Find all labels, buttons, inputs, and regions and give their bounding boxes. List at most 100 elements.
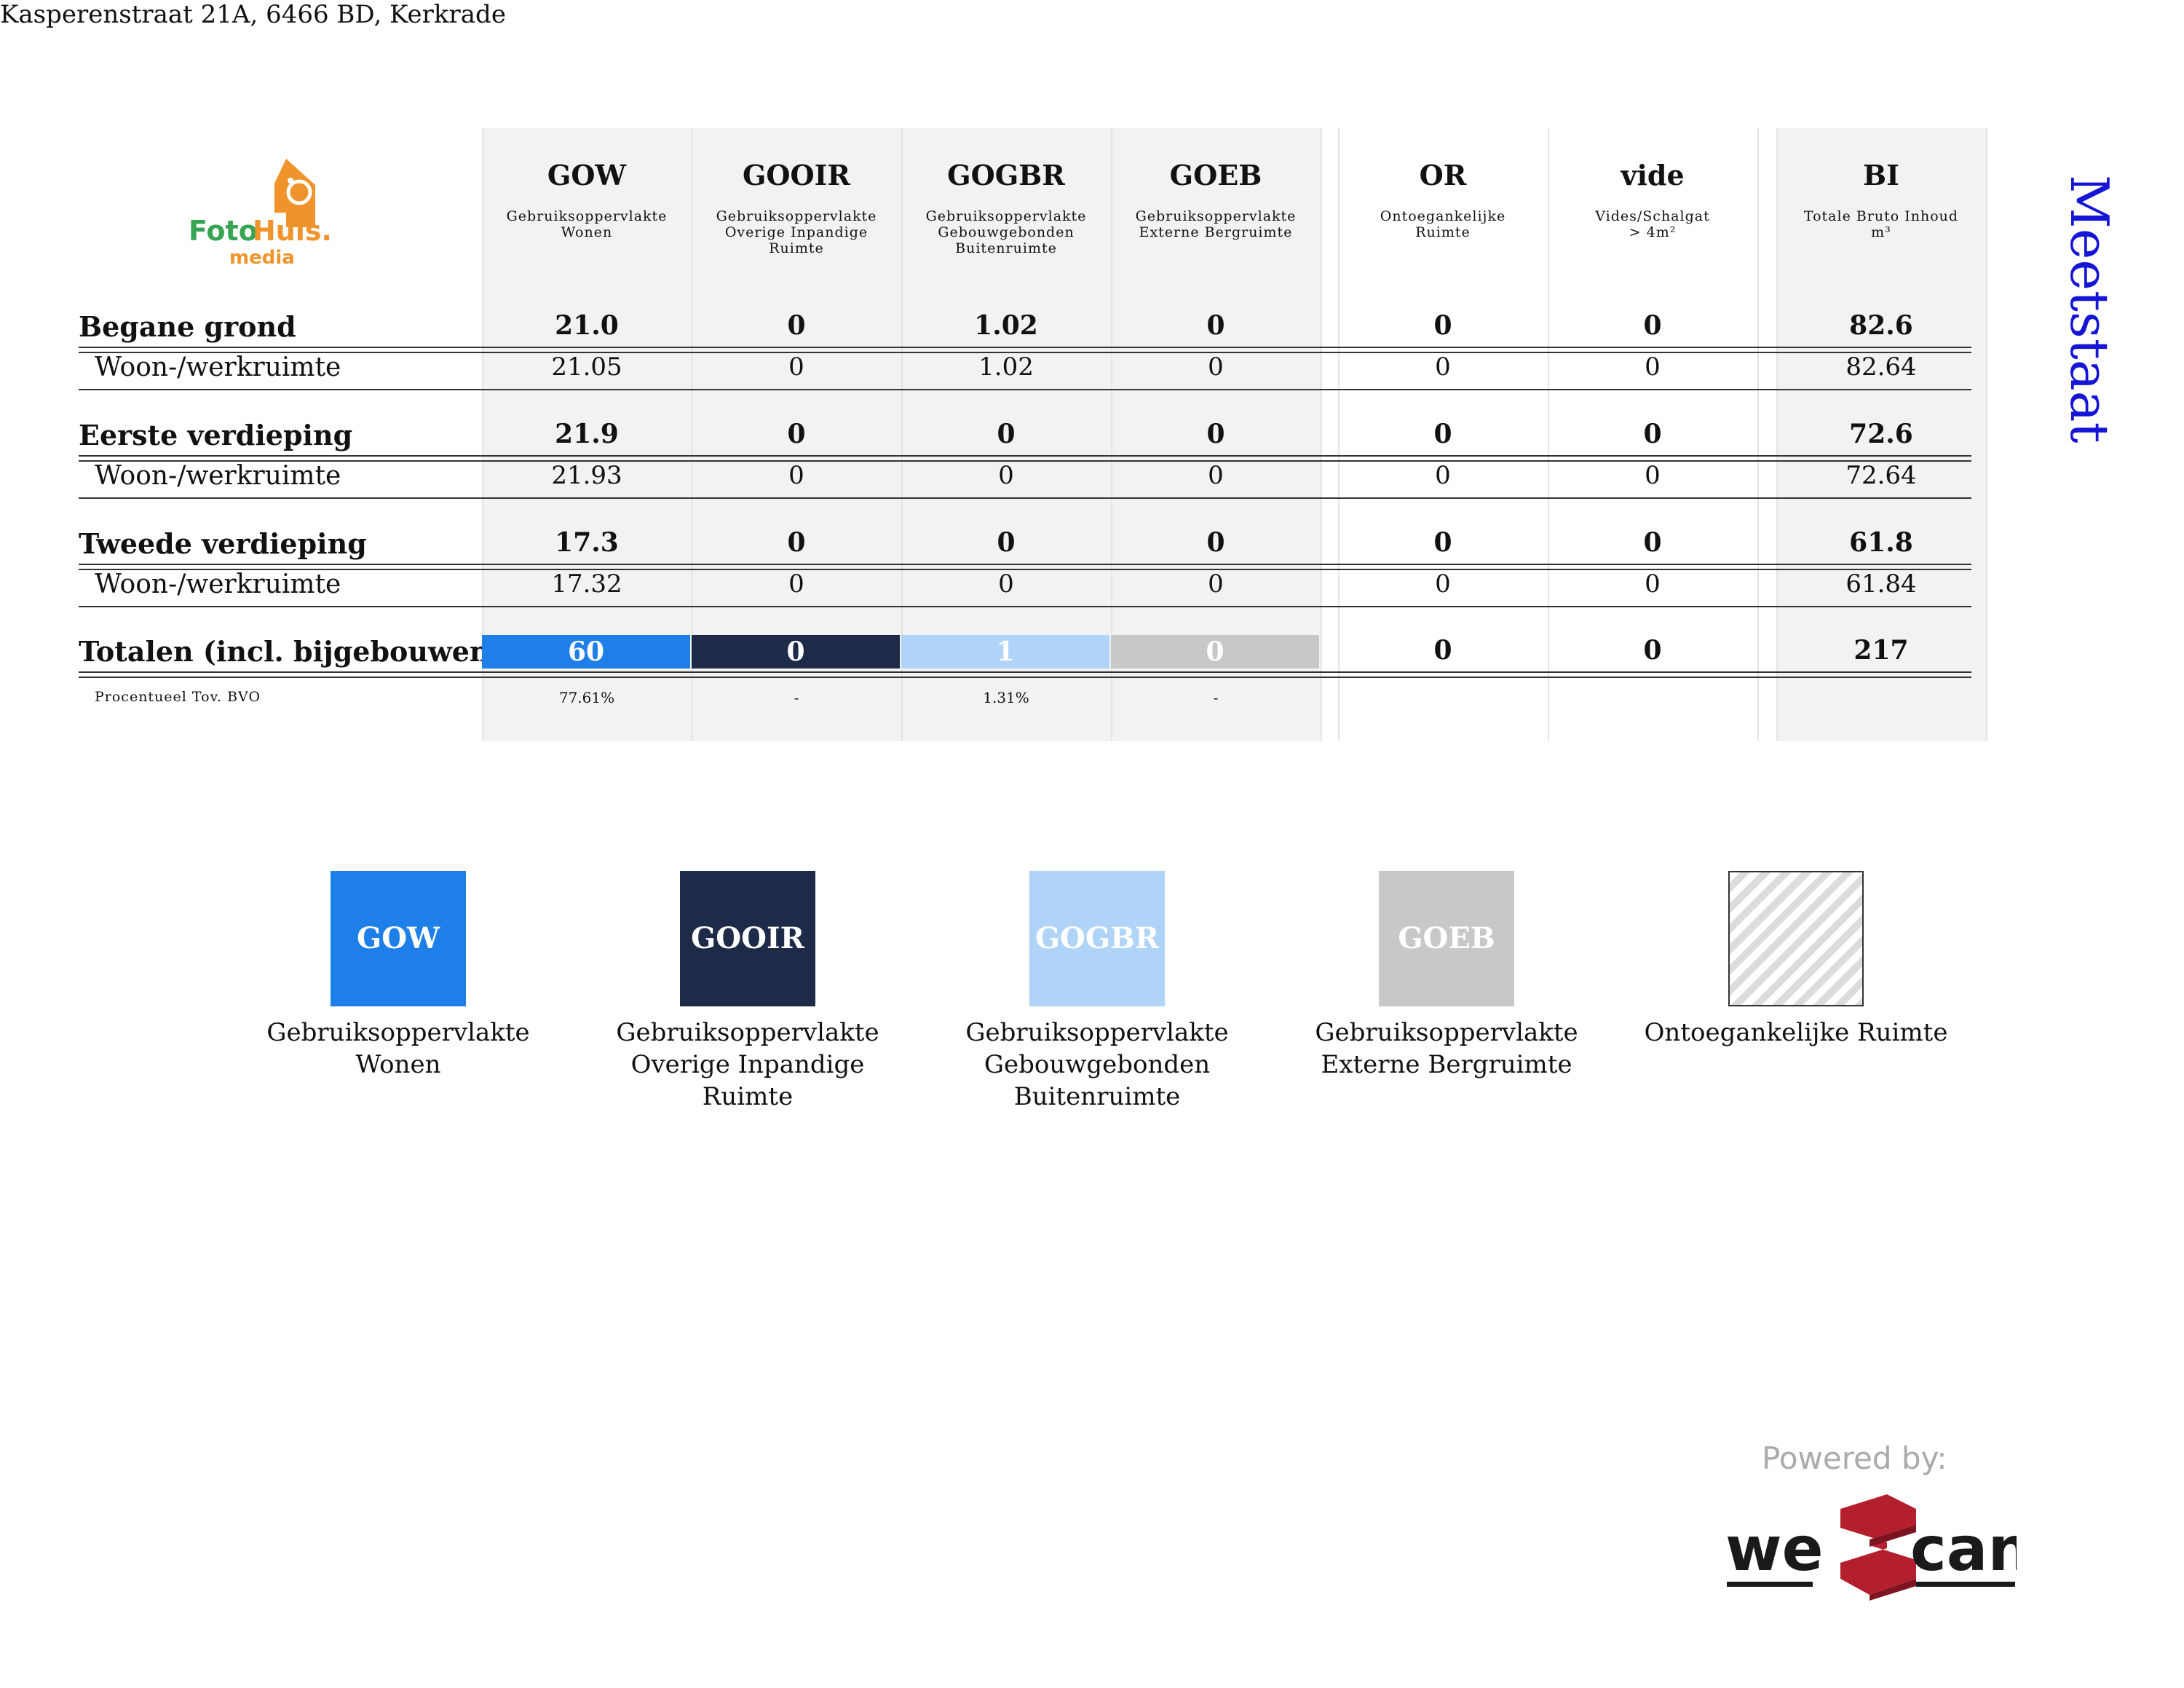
- floor-total-or: 0: [1433, 527, 1452, 558]
- room-value-gow: 21.05: [551, 352, 622, 382]
- room-name: Woon-/werkruimte: [95, 461, 341, 491]
- column-description-line: > 4m²: [1629, 224, 1677, 240]
- total-gooir: 0: [692, 635, 900, 669]
- column-code: vide: [1621, 159, 1685, 192]
- room-value-gogbr: 0: [998, 461, 1014, 490]
- floor-total-goeb: 0: [1206, 310, 1225, 341]
- room-value-bi: 61.84: [1845, 569, 1917, 599]
- floor-name: Eerste verdieping: [79, 419, 353, 451]
- column-header-gogbr: GOGBR Gebruiksoppervlakte Gebouwgebonden Bu…: [901, 143, 1111, 256]
- column-code: GOW: [547, 159, 627, 192]
- column-header-gow: GOW Gebruiksoppervlakte Wonen: [482, 143, 692, 240]
- room-value-vide: 0: [1645, 461, 1661, 490]
- room-value-goeb: 0: [1208, 461, 1224, 490]
- room-value-bi: 82.64: [1845, 352, 1917, 382]
- legend-label-line: Gebouwgebonden: [984, 1050, 1211, 1079]
- totals-label: Totalen (incl. bijgebouwen): [79, 635, 503, 668]
- room-name: Woon-/werkruimte: [95, 569, 341, 599]
- legend-swatch-gow: GOW: [331, 871, 466, 1006]
- column-divider: [1757, 128, 1759, 741]
- column-code: OR: [1419, 159, 1467, 192]
- legend-label-line: Buitenruimte: [1013, 1082, 1181, 1111]
- floor-total-gow: 17.3: [555, 527, 619, 558]
- legend-label: Gebruiksoppervlakte Gebouwgebonden Buitenr…: [937, 1017, 1257, 1113]
- row-divider: [79, 497, 1971, 499]
- room-value-gogbr: 1.02: [978, 352, 1034, 382]
- legend-label-line: Gebruiksoppervlakte: [965, 1018, 1229, 1047]
- room-value-goeb: 0: [1208, 352, 1224, 382]
- floor-total-gogbr: 0: [997, 419, 1016, 449]
- room-value-vide: 0: [1645, 352, 1661, 382]
- row-divider: [79, 389, 1971, 390]
- svg-text:Huis.: Huis.: [253, 215, 332, 247]
- svg-text:media: media: [229, 247, 295, 269]
- legend-label: Ontoegankelijke Ruimte: [1636, 1017, 1956, 1049]
- column-code: GOOIR: [742, 159, 850, 192]
- percent-gogbr: 1.31%: [983, 689, 1029, 706]
- row-divider: [79, 455, 1971, 457]
- column-header-goeb: GOEB Gebruiksoppervlakte Externe Bergruimt…: [1111, 143, 1321, 240]
- column-description: Gebruiksoppervlakte Wonen: [482, 208, 692, 240]
- column-description: Gebruiksoppervlakte Gebouwgebonden Buitenr…: [901, 208, 1111, 256]
- floor-total-gooir: 0: [787, 310, 806, 341]
- column-header-or: OR Ontoegankelijke Ruimte: [1338, 143, 1548, 240]
- column-code: BI: [1863, 159, 1899, 192]
- column-description-line: Gebruiksoppervlakte: [506, 208, 668, 224]
- room-value-goeb: 0: [1208, 569, 1224, 599]
- column-header-vide: vide Vides/Schalgat > 4m²: [1548, 143, 1757, 240]
- floor-total-or: 0: [1433, 310, 1452, 341]
- column-divider: [1986, 128, 1987, 741]
- column-description-line: m³: [1871, 224, 1891, 240]
- legend-label: Gebruiksoppervlakte Externe Bergruimte: [1286, 1017, 1607, 1081]
- legend-swatch-gogbr: GOGBR: [1029, 871, 1165, 1006]
- room-value-or: 0: [1435, 352, 1451, 382]
- room-value-gogbr: 0: [998, 569, 1014, 599]
- floor-total-vide: 0: [1643, 310, 1662, 341]
- room-value-gow: 21.93: [551, 461, 622, 490]
- legend-label-line: Gebruiksoppervlakte: [266, 1018, 530, 1047]
- floor-total-gogbr: 1.02: [974, 310, 1038, 341]
- floor-total-gooir: 0: [787, 527, 806, 558]
- floor-total-vide: 0: [1643, 419, 1662, 449]
- room-value-gooir: 0: [788, 569, 804, 599]
- column-description-line: Buitenruimte: [955, 240, 1057, 256]
- legend-label-line: Ontoegankelijke Ruimte: [1644, 1018, 1948, 1047]
- column-description: Gebruiksoppervlakte Externe Bergruimte: [1111, 208, 1321, 240]
- svg-text:can: can: [1910, 1513, 2017, 1585]
- percent-goeb: -: [1213, 689, 1219, 706]
- column-description-line: Ruimte: [1415, 224, 1471, 240]
- column-code: GOGBR: [947, 159, 1065, 192]
- legend-label-line: Overige Inpandige Ruimte: [630, 1050, 865, 1111]
- percent-label: Procentueel Tov. BVO: [95, 689, 261, 705]
- property-address: Kasperenstraat 21A, 6466 BD, Kerkrade: [0, 0, 506, 29]
- column-header-bi: BI Totale Bruto Inhoud m³: [1776, 143, 1986, 240]
- floor-total-bi: 82.6: [1849, 310, 1913, 341]
- floor-total-gow: 21.9: [555, 419, 619, 449]
- room-name: Woon-/werkruimte: [95, 352, 341, 382]
- percent-gow: 77.61%: [558, 689, 615, 706]
- legend-label: Gebruiksoppervlakte Wonen: [238, 1017, 558, 1081]
- room-value-bi: 72.64: [1845, 461, 1917, 490]
- legend-label-line: Gebruiksoppervlakte: [1315, 1018, 1578, 1047]
- column-description-line: Gebruiksoppervlakte: [716, 208, 877, 224]
- floor-total-or: 0: [1433, 419, 1452, 449]
- total-or: 0: [1433, 635, 1452, 666]
- room-value-gooir: 0: [788, 461, 804, 490]
- room-value-vide: 0: [1645, 569, 1661, 599]
- floor-total-goeb: 0: [1206, 419, 1225, 449]
- column-description: Gebruiksoppervlakte Overige Inpandige Ruim…: [692, 208, 901, 256]
- fotohuis-logo: Foto Huis. media: [189, 159, 332, 269]
- row-divider: [79, 677, 1971, 678]
- percent-gooir: -: [794, 689, 799, 706]
- floor-total-gooir: 0: [787, 419, 806, 449]
- column-divider: [1321, 128, 1322, 741]
- floor-total-bi: 61.8: [1849, 527, 1913, 558]
- legend-swatch-gooir: GOOIR: [680, 871, 815, 1006]
- total-vide: 0: [1643, 635, 1662, 666]
- svg-text:Foto: Foto: [189, 215, 258, 247]
- room-value-or: 0: [1435, 569, 1451, 599]
- column-description-line: Overige Inpandige: [724, 224, 869, 240]
- column-description-line: Wonen: [561, 224, 613, 240]
- powered-by-label: Powered by:: [1762, 1440, 1947, 1476]
- column-description-line: Gebruiksoppervlakte: [1135, 208, 1297, 224]
